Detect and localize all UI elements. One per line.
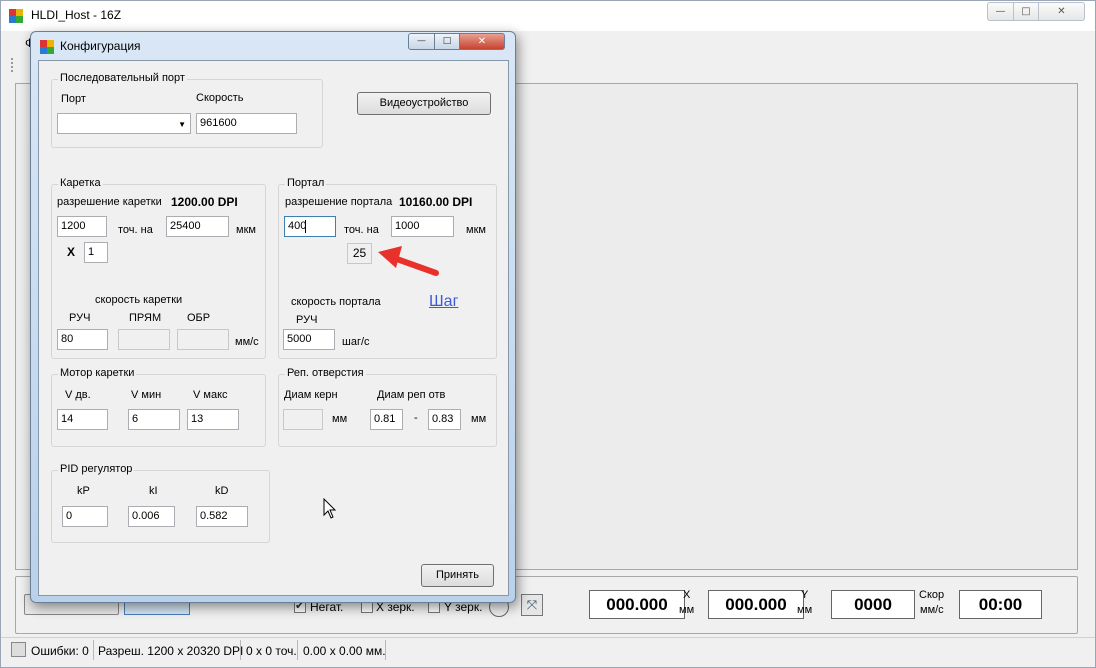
ref-max-input[interactable]: 0.83 — [428, 409, 461, 430]
kd-label: kD — [215, 485, 229, 497]
carriage-microns-input[interactable]: 25400 — [166, 216, 229, 237]
dialog-maximize-button[interactable]: □ — [434, 33, 460, 50]
portal-microns-input[interactable]: 1000 — [391, 216, 454, 237]
apply-button[interactable]: Принять — [421, 564, 494, 587]
dialog-minimize-button[interactable]: — — [408, 33, 435, 50]
close-button[interactable]: ✕ — [1038, 2, 1085, 21]
status-separator — [297, 640, 298, 660]
kp-label: kP — [77, 485, 90, 497]
ref-diam-unit: мм — [471, 413, 487, 425]
portal-resolution-label: разрешение портала — [285, 196, 393, 208]
y-readout: 000.000 — [708, 590, 804, 619]
baud-label: Скорость — [196, 92, 244, 104]
portal-speed-label: скорость портала — [291, 296, 381, 308]
carriage-points-input[interactable]: 1200 — [57, 216, 107, 237]
status-separator — [240, 640, 241, 660]
portal-manual-speed-input[interactable]: 5000 — [283, 329, 335, 350]
app-icon — [9, 9, 23, 23]
kd-input[interactable]: 0.582 — [196, 506, 248, 527]
ki-label: kI — [149, 485, 158, 497]
core-diam-unit: мм — [332, 413, 348, 425]
status-resolution: Разреш. 1200 x 20320 DPI — [98, 644, 244, 658]
y-label: Y — [801, 589, 809, 601]
status-points: 0 x 0 точ. — [246, 644, 297, 658]
ref-holes-title: Реп. отверстия — [285, 367, 366, 379]
serial-port-title: Последовательный порт — [58, 72, 187, 84]
v-dv-input[interactable]: 14 — [57, 409, 108, 430]
portal-step-readout: 25 — [347, 243, 372, 264]
portal-title: Портал — [285, 177, 327, 189]
carriage-speed-label: скорость каретки — [95, 294, 183, 306]
config-dialog: Конфигурация — □ ✕ Последовательный порт… — [30, 31, 516, 603]
carriage-speed-unit: мм/с — [235, 336, 259, 348]
carriage-manual-speed-input[interactable]: 80 — [57, 329, 108, 350]
dialog-close-button[interactable]: ✕ — [459, 33, 505, 50]
x-unit: мм — [679, 604, 695, 616]
collapse-icon[interactable]: ⤧ — [521, 594, 543, 616]
main-titlebar: HLDI_Host - 16Z — □ ✕ — [1, 1, 1095, 31]
toolbar-grip[interactable] — [11, 58, 14, 72]
annotation-shag-label: Шаг — [429, 293, 459, 310]
carriage-reverse-speed-input[interactable] — [177, 329, 229, 350]
core-diam-label: Диам керн — [284, 389, 338, 401]
status-separator — [93, 640, 94, 660]
video-device-button[interactable]: Видеоустройство — [357, 92, 491, 115]
y-unit: мм — [797, 604, 813, 616]
v-min-input[interactable]: 6 — [128, 409, 180, 430]
carriage-resolution-label: разрешение каретки — [57, 196, 162, 208]
v-dv-label: V дв. — [65, 389, 91, 401]
carriage-forward-speed-input[interactable] — [118, 329, 170, 350]
dialog-body: Последовательный порт Порт ▼ Скорость 96… — [38, 60, 509, 596]
portal-speed-unit: шаг/с — [342, 336, 370, 348]
carriage-forward-label: ПРЯМ — [129, 312, 162, 324]
status-separator — [385, 640, 386, 660]
portal-resolution-value: 10160.00 DPI — [399, 195, 473, 209]
ref-dash: - — [414, 412, 418, 424]
dialog-icon — [40, 40, 54, 54]
carriage-title: Каретка — [58, 177, 103, 189]
port-select[interactable]: ▼ — [57, 113, 191, 134]
carriage-resolution-value: 1200.00 DPI — [171, 195, 238, 209]
status-size: 0.00 x 0.00 мм. — [303, 644, 386, 658]
v-min-label: V мин — [131, 389, 162, 401]
carriage-x-label: X — [67, 245, 76, 259]
annotation-arrow-icon — [378, 246, 439, 276]
time-readout: 00:00 — [959, 590, 1042, 619]
main-window-title: HLDI_Host - 16Z — [31, 8, 122, 22]
speed-unit: мм/с — [920, 604, 944, 616]
kp-input[interactable]: 0 — [62, 506, 108, 527]
chevron-down-icon: ▼ — [178, 120, 186, 129]
carriage-x-mult-input[interactable]: 1 — [84, 242, 108, 263]
v-max-input[interactable]: 13 — [187, 409, 239, 430]
portal-manual-label: РУЧ — [296, 314, 318, 326]
carriage-microns-unit: мкм — [236, 224, 256, 236]
minimize-button[interactable]: — — [987, 2, 1014, 21]
v-max-label: V макс — [193, 389, 228, 401]
status-bar: Ошибки: 0 Разреш. 1200 x 20320 DPI 0 x 0… — [1, 637, 1095, 667]
dialog-title: Конфигурация — [60, 39, 141, 53]
speed-readout: 0000 — [831, 590, 915, 619]
ref-diam-label: Диам реп отв — [377, 389, 446, 401]
speed-label: Скор — [919, 589, 945, 601]
carriage-reverse-label: ОБР — [187, 312, 211, 324]
carriage-manual-label: РУЧ — [69, 312, 91, 324]
x-readout: 000.000 — [589, 590, 685, 619]
portal-points-input[interactable]: 400 — [284, 216, 336, 237]
portal-per-label: точ. на — [344, 224, 379, 236]
status-icon — [11, 642, 26, 657]
portal-microns-unit: мкм — [466, 224, 486, 236]
motor-title: Мотор каретки — [58, 367, 137, 379]
maximize-button[interactable]: □ — [1013, 2, 1039, 21]
x-label: X — [683, 589, 691, 601]
status-errors: Ошибки: 0 — [31, 644, 89, 658]
carriage-per-label: точ. на — [118, 224, 153, 236]
port-label: Порт — [61, 93, 86, 105]
ref-min-input[interactable]: 0.81 — [370, 409, 403, 430]
mouse-cursor-icon — [323, 498, 337, 519]
core-diam-input[interactable] — [283, 409, 323, 430]
pid-title: PID регулятор — [58, 463, 135, 475]
baud-input[interactable]: 961600 — [196, 113, 297, 134]
ki-input[interactable]: 0.006 — [128, 506, 175, 527]
